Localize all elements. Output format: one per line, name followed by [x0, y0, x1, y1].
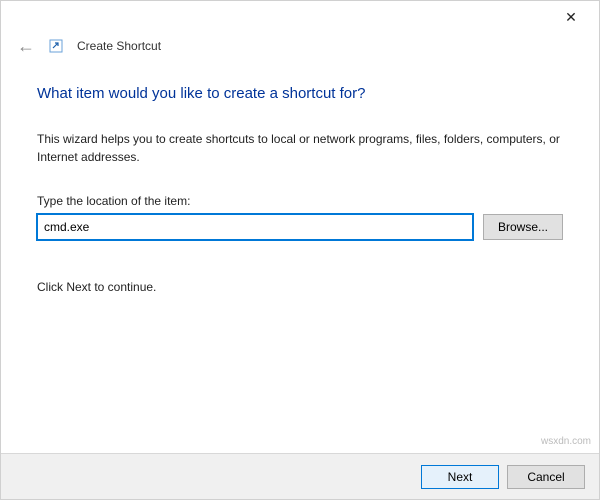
- close-icon: ✕: [565, 9, 577, 26]
- dialog-title: Create Shortcut: [77, 39, 161, 53]
- location-row: Browse...: [37, 214, 563, 240]
- page-heading: What item would you like to create a sho…: [37, 85, 563, 102]
- footer: Next Cancel: [1, 453, 599, 499]
- titlebar: ✕: [1, 1, 599, 33]
- shortcut-icon: [49, 39, 63, 53]
- cancel-button[interactable]: Cancel: [507, 465, 585, 489]
- hint-text: Click Next to continue.: [37, 280, 563, 294]
- close-button[interactable]: ✕: [551, 3, 591, 31]
- description-text: This wizard helps you to create shortcut…: [37, 130, 563, 166]
- header: ← Create Shortcut: [1, 33, 599, 63]
- content-area: What item would you like to create a sho…: [1, 63, 599, 294]
- next-button[interactable]: Next: [421, 465, 499, 489]
- back-button[interactable]: ←: [17, 37, 35, 55]
- location-label: Type the location of the item:: [37, 194, 563, 208]
- location-input[interactable]: [37, 214, 473, 240]
- watermark: wsxdn.com: [541, 436, 591, 447]
- browse-button[interactable]: Browse...: [483, 214, 563, 240]
